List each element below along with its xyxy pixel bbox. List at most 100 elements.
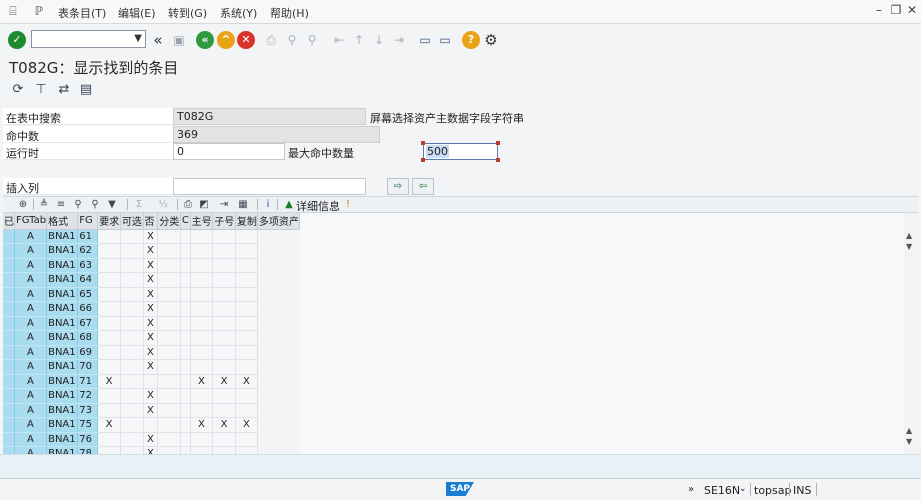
row-selector[interactable]	[3, 374, 15, 389]
column-header[interactable]: 格式	[46, 213, 79, 230]
table-row[interactable]: A BNA1 64 X	[3, 272, 300, 288]
new-session-icon[interactable]: ▭	[416, 31, 434, 49]
vertical-scrollbar[interactable]: ▲ ▼ ▲ ▼	[904, 213, 918, 454]
row-selector[interactable]	[3, 243, 15, 259]
insert-mode[interactable]: INS	[793, 484, 811, 497]
column-header[interactable]: 否	[143, 213, 159, 230]
table-row[interactable]: A BNA1 71 X X X X	[3, 374, 300, 389]
row-selector[interactable]	[3, 403, 15, 418]
column-header[interactable]: C	[180, 213, 191, 230]
row-selector[interactable]	[3, 316, 15, 331]
row-selector[interactable]	[3, 417, 15, 433]
table-row[interactable]: A BNA1 63 X	[3, 258, 300, 273]
row-selector[interactable]	[3, 432, 15, 447]
table-cell	[97, 432, 121, 447]
column-header[interactable]: 已	[3, 213, 15, 230]
table-row[interactable]: A BNA1 65 X	[3, 287, 300, 302]
details-icon[interactable]: ▲	[281, 197, 297, 212]
table-row[interactable]: A BNA1 75 X X X X	[3, 417, 300, 433]
row-selector[interactable]	[3, 272, 15, 288]
column-header[interactable]: 分类	[157, 213, 181, 230]
column-header[interactable]: 要求	[97, 213, 121, 230]
row-selector[interactable]	[3, 345, 15, 360]
find-icon[interactable]: ⚲	[70, 197, 86, 212]
sort-ascending-icon[interactable]: ≜	[36, 197, 52, 212]
cancel-icon[interactable]: ✕	[237, 31, 255, 49]
views-icon[interactable]: ◩	[196, 197, 212, 212]
scroll-up-icon[interactable]: ▲	[906, 426, 912, 435]
command-field[interactable]: ▼	[31, 30, 146, 48]
table-row[interactable]: A BNA1 69 X	[3, 345, 300, 360]
table-row[interactable]: A BNA1 76 X	[3, 432, 300, 447]
row-selector[interactable]	[3, 229, 15, 244]
table-row[interactable]: A BNA1 67 X	[3, 316, 300, 331]
detail-view-icon[interactable]: ⊕	[15, 197, 31, 212]
details-button[interactable]: 详细信息	[296, 198, 340, 214]
column-header[interactable]: 主号	[190, 213, 214, 230]
export-icon[interactable]: ⇥	[216, 197, 232, 212]
scroll-down-icon[interactable]: ▼	[906, 242, 912, 251]
compare-icon[interactable]: ⇄	[55, 81, 73, 99]
layout-icon[interactable]: ▦	[235, 197, 251, 212]
table-row[interactable]: A BNA1 68 X	[3, 330, 300, 346]
table-row[interactable]: A BNA1 70 X	[3, 359, 300, 375]
table-row[interactable]: A BNA1 78 X	[3, 446, 300, 454]
table-row[interactable]: A BNA1 72 X	[3, 388, 300, 404]
scroll-up-icon[interactable]: ▲	[906, 231, 912, 240]
restore-icon[interactable]: ❐	[889, 3, 903, 17]
table-row[interactable]: A BNA1 66 X	[3, 301, 300, 317]
chevron-down-icon[interactable]: ▼	[134, 31, 142, 47]
refresh-icon[interactable]: ⟳	[9, 81, 27, 99]
check-icon[interactable]: ✓	[8, 31, 26, 49]
table-cell: X	[143, 388, 159, 404]
menu-table-entry[interactable]: 表条目(T)	[58, 5, 106, 21]
row-selector[interactable]	[3, 301, 15, 317]
exit-icon[interactable]: ^	[217, 31, 235, 49]
back-icon[interactable]: «	[196, 31, 214, 49]
close-icon[interactable]: ✕	[905, 3, 919, 17]
table-row[interactable]: A BNA1 73 X	[3, 403, 300, 418]
table-row[interactable]: A BNA1 62 X	[3, 243, 300, 259]
shortcut-icon[interactable]: ▭	[436, 31, 454, 49]
print-icon[interactable]: ⎙	[180, 197, 196, 212]
insert-column-button[interactable]: ⇨	[387, 178, 409, 195]
menu-edit[interactable]: 编辑(E)	[118, 5, 156, 21]
help-icon[interactable]: ?	[462, 31, 480, 49]
column-header[interactable]: FGTab	[14, 213, 48, 230]
row-selector[interactable]	[3, 359, 15, 375]
minimize-icon[interactable]: –	[872, 3, 886, 17]
chevron-down-icon[interactable]: ⌄	[739, 484, 747, 494]
info-icon[interactable]: i	[260, 197, 276, 212]
row-selector[interactable]	[3, 446, 15, 454]
row-selector[interactable]	[3, 388, 15, 404]
column-header[interactable]: 子号	[212, 213, 236, 230]
row-selector[interactable]	[3, 258, 15, 273]
menu-system[interactable]: 系统(Y)	[220, 5, 257, 21]
collapse-icon[interactable]: «	[149, 31, 167, 49]
menu-icon[interactable]: ⌸	[6, 4, 20, 18]
column-header[interactable]: 复制	[235, 213, 258, 230]
column-header[interactable]: FG	[77, 213, 99, 230]
max-hits-input[interactable]: 500	[423, 143, 498, 160]
column-header[interactable]: 可选	[120, 213, 144, 230]
customize-icon[interactable]: ℙ	[32, 4, 46, 18]
find-next-icon[interactable]: ⚲	[87, 197, 103, 212]
row-selector[interactable]	[3, 330, 15, 346]
table-cell	[120, 417, 144, 433]
table-row[interactable]: A BNA1 61 X	[3, 229, 300, 244]
filter-icon[interactable]: ⊤	[32, 81, 50, 99]
insert-column-input[interactable]	[173, 178, 366, 195]
expand-status-icon[interactable]: »	[688, 484, 694, 495]
sort-descending-icon[interactable]: ≡	[53, 197, 69, 212]
warning-icon[interactable]: !	[340, 197, 356, 212]
filter-icon[interactable]: ▼	[104, 197, 120, 212]
column-header[interactable]: 多项资产	[257, 213, 300, 230]
table-cell	[235, 229, 258, 244]
menu-help[interactable]: 帮助(H)	[270, 5, 309, 21]
list-icon[interactable]: ▤	[77, 81, 95, 99]
scroll-down-icon[interactable]: ▼	[906, 437, 912, 446]
row-selector[interactable]	[3, 287, 15, 302]
gear-icon[interactable]: ⚙	[482, 31, 500, 49]
remove-column-button[interactable]: ⇦	[412, 178, 434, 195]
menu-goto[interactable]: 转到(G)	[168, 5, 207, 21]
